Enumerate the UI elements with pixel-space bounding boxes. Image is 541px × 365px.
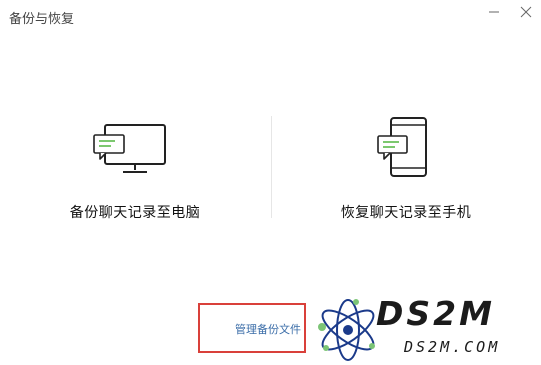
minimize-button[interactable] — [484, 4, 504, 20]
title-bar: 备份与恢复 — [0, 0, 541, 36]
restore-to-phone-option[interactable]: 恢复聊天记录至手机 — [271, 110, 541, 230]
window-title: 备份与恢复 — [9, 12, 75, 27]
watermark: DS2M DS2M.COM — [312, 294, 538, 364]
backup-to-pc-option[interactable]: 备份聊天记录至电脑 — [0, 110, 270, 230]
watermark-main-text: DS2M — [376, 294, 495, 333]
monitor-chat-icon — [93, 124, 166, 173]
phone-chat-icon — [377, 117, 427, 177]
minimize-icon — [489, 11, 499, 13]
close-icon — [520, 6, 532, 18]
watermark-sub-text: DS2M.COM — [404, 338, 501, 356]
atom-logo-icon — [318, 299, 375, 361]
manage-backup-files-label: 管理备份文件 — [235, 323, 301, 336]
manage-backup-files-link[interactable]: 管理备份文件 — [198, 303, 306, 353]
backup-to-pc-label: 备份聊天记录至电脑 — [69, 205, 201, 221]
restore-to-phone-label: 恢复聊天记录至手机 — [340, 205, 472, 221]
close-button[interactable] — [516, 4, 536, 20]
